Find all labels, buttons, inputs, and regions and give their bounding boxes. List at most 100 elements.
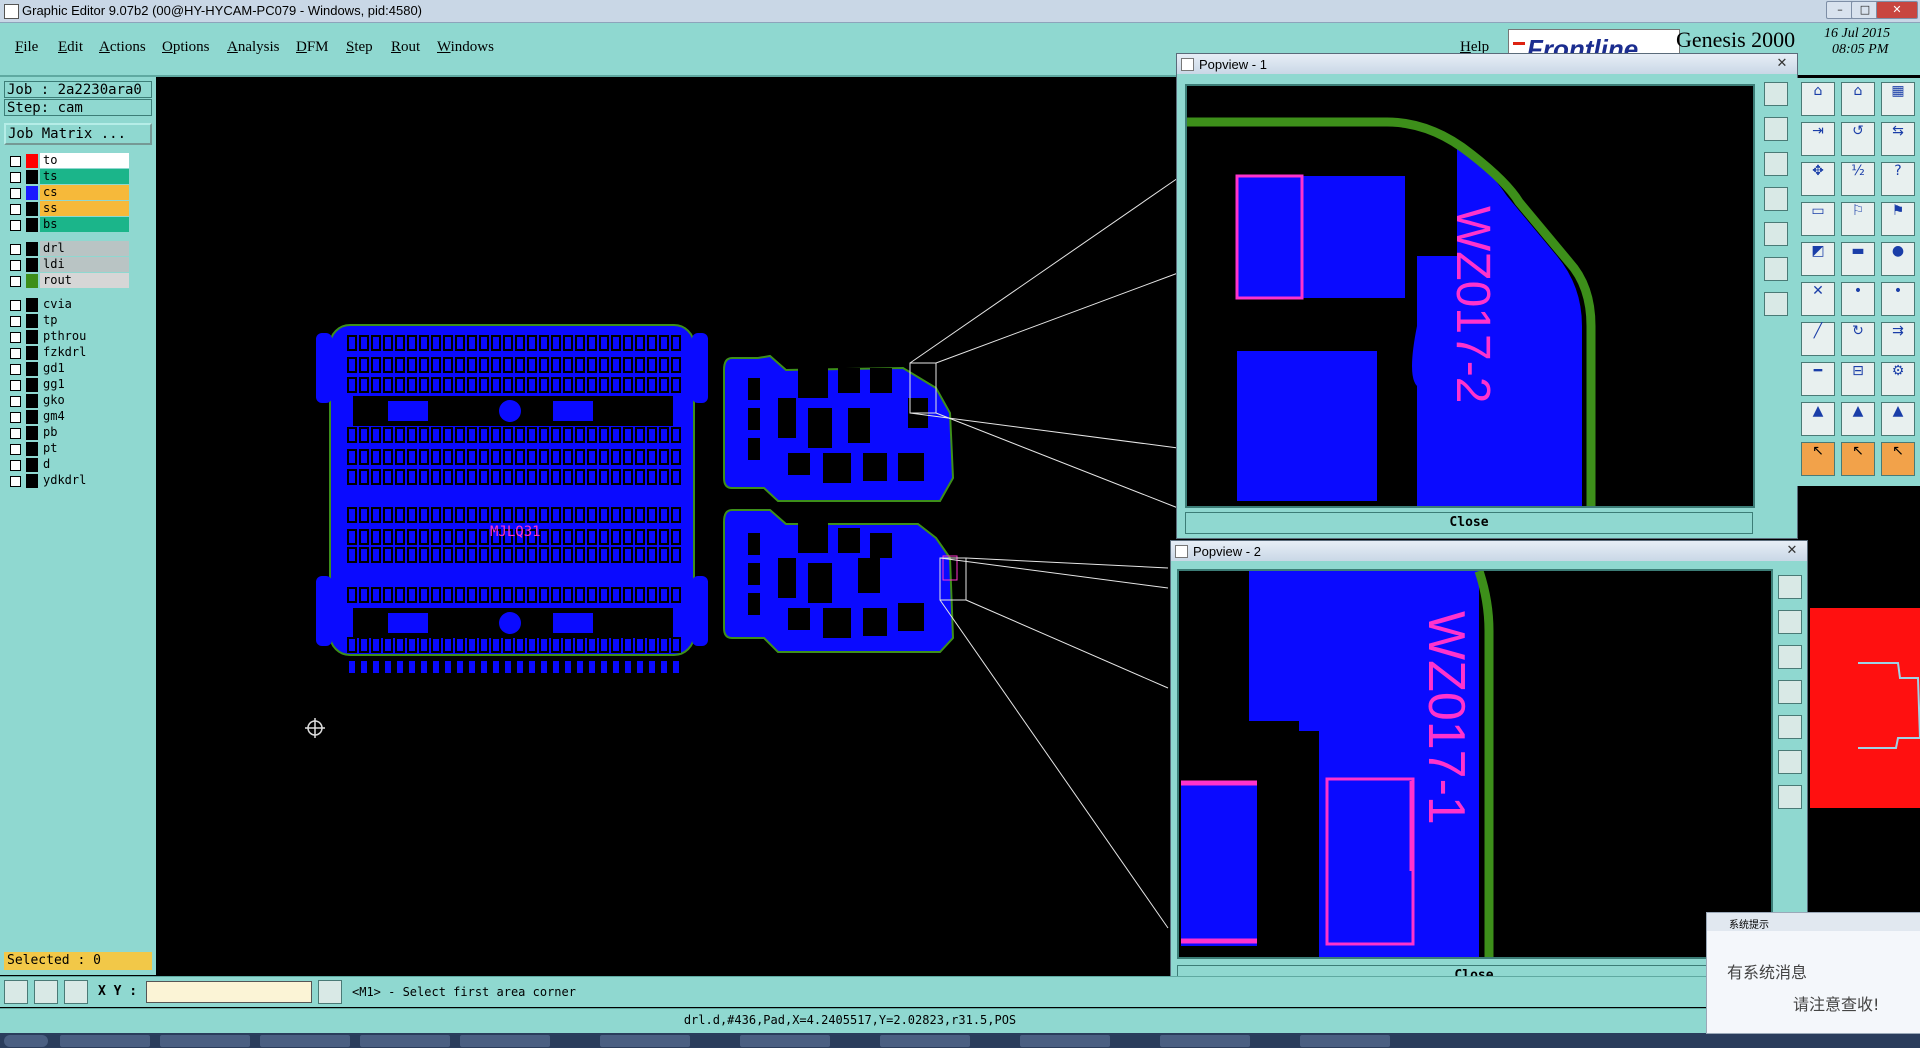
layer-checkbox[interactable] bbox=[10, 460, 21, 471]
taskbar-item[interactable] bbox=[460, 1035, 550, 1047]
layer-row-gm4[interactable]: gm4 bbox=[4, 409, 154, 425]
taskbar-item[interactable] bbox=[1020, 1035, 1110, 1047]
menu-rout[interactable]: Rout bbox=[391, 39, 420, 56]
layer-row-pt[interactable]: pt bbox=[4, 441, 154, 457]
layer-name[interactable]: ldi bbox=[40, 257, 129, 272]
snap-toggle-icon[interactable] bbox=[318, 980, 342, 1004]
select-edit-icon[interactable]: ↖ bbox=[1881, 442, 1915, 476]
add-shape-icon[interactable]: ▲ bbox=[1881, 402, 1915, 436]
menu-step[interactable]: Step bbox=[346, 39, 373, 56]
minimize-button[interactable]: – bbox=[1826, 1, 1854, 19]
half-icon[interactable]: ½ bbox=[1841, 162, 1875, 196]
move-icon[interactable]: ✥ bbox=[1801, 162, 1835, 196]
measure-icon[interactable] bbox=[34, 980, 58, 1004]
view-icon[interactable]: ⌂ bbox=[1801, 82, 1835, 116]
popview-2-view[interactable]: WZ017-1 bbox=[1177, 569, 1773, 959]
fit-all-icon[interactable] bbox=[1778, 785, 1802, 809]
layer-name[interactable]: ss bbox=[40, 201, 129, 216]
line-icon[interactable]: ╱ bbox=[1801, 322, 1835, 356]
zoom-in-icon[interactable] bbox=[1764, 117, 1788, 141]
job-matrix-button[interactable]: Job Matrix ... bbox=[4, 123, 152, 145]
layer-row-ydkdrl[interactable]: ydkdrl bbox=[4, 473, 154, 489]
rotate-icon[interactable]: ↺ bbox=[1841, 122, 1875, 156]
taskbar-item[interactable] bbox=[60, 1035, 150, 1047]
layer-checkbox[interactable] bbox=[10, 220, 21, 231]
home-view-icon[interactable] bbox=[1778, 715, 1802, 739]
layer-name[interactable]: bs bbox=[40, 217, 129, 232]
layer-row-ldi[interactable]: ldi bbox=[4, 257, 154, 273]
layer-checkbox[interactable] bbox=[10, 364, 21, 375]
layer-name[interactable]: ydkdrl bbox=[40, 473, 129, 488]
maximize-button[interactable]: □ bbox=[1851, 1, 1879, 19]
layer-name[interactable]: to bbox=[40, 153, 129, 168]
layer-row-pthrou[interactable]: pthrou bbox=[4, 329, 154, 345]
fit-all-icon[interactable] bbox=[1764, 292, 1788, 316]
add-text-icon[interactable]: ▲ bbox=[1841, 402, 1875, 436]
layer-name[interactable]: gko bbox=[40, 393, 129, 408]
layer-name[interactable]: pt bbox=[40, 441, 129, 456]
select-mode-icon[interactable] bbox=[4, 980, 28, 1004]
layer-checkbox[interactable] bbox=[10, 412, 21, 423]
menu-file[interactable]: File bbox=[15, 39, 38, 56]
popview-1-close-button[interactable]: Close bbox=[1185, 512, 1753, 534]
layer-name[interactable]: tp bbox=[40, 313, 129, 328]
layer-name[interactable]: pb bbox=[40, 425, 129, 440]
zoom-fit-icon[interactable] bbox=[1764, 82, 1788, 106]
layer-name[interactable]: gg1 bbox=[40, 377, 129, 392]
layer-checkbox[interactable] bbox=[10, 188, 21, 199]
layer-checkbox[interactable] bbox=[10, 332, 21, 343]
layer-name[interactable]: gd1 bbox=[40, 361, 129, 376]
layer-name[interactable]: d bbox=[40, 457, 129, 472]
point-icon[interactable]: • bbox=[1841, 282, 1875, 316]
start-button[interactable] bbox=[4, 1035, 48, 1047]
layer-row-ss[interactable]: ss bbox=[4, 201, 154, 217]
layer-row-gd1[interactable]: gd1 bbox=[4, 361, 154, 377]
select-arrow-icon[interactable]: ↖ bbox=[1801, 442, 1835, 476]
popview-1-close-icon[interactable]: ✕ bbox=[1773, 56, 1791, 71]
menu-options[interactable]: Options bbox=[162, 39, 210, 56]
system-message-line2[interactable]: 请注意查收! bbox=[1793, 991, 1879, 1015]
popview-2-close-icon[interactable]: ✕ bbox=[1783, 543, 1801, 558]
layer-checkbox[interactable] bbox=[10, 300, 21, 311]
zoom-out-icon[interactable] bbox=[1764, 152, 1788, 176]
layer-checkbox[interactable] bbox=[10, 156, 21, 167]
layer-name[interactable]: pthrou bbox=[40, 329, 129, 344]
layer-row-bs[interactable]: bs bbox=[4, 217, 154, 233]
layer-row-ts[interactable]: ts bbox=[4, 169, 154, 185]
home-view-icon[interactable] bbox=[1764, 222, 1788, 246]
layer-name[interactable]: drl bbox=[40, 241, 129, 256]
flag-alt-icon[interactable]: ⚑ bbox=[1881, 202, 1915, 236]
layer-checkbox[interactable] bbox=[10, 444, 21, 455]
taskbar-item[interactable] bbox=[740, 1035, 830, 1047]
layer-checkbox[interactable] bbox=[10, 244, 21, 255]
layer-name[interactable]: ts bbox=[40, 169, 129, 184]
layer-row-tp[interactable]: tp bbox=[4, 313, 154, 329]
layer-checkbox[interactable] bbox=[10, 260, 21, 271]
flag-icon[interactable]: ⚐ bbox=[1841, 202, 1875, 236]
redraw-icon[interactable] bbox=[1778, 750, 1802, 774]
layer-row-gko[interactable]: gko bbox=[4, 393, 154, 409]
layer-checkbox[interactable] bbox=[10, 276, 21, 287]
layer-name[interactable]: cs bbox=[40, 185, 129, 200]
taskbar-item[interactable] bbox=[1300, 1035, 1390, 1047]
menu-windows[interactable]: Windows bbox=[437, 39, 494, 56]
layer-row-cvia[interactable]: cvia bbox=[4, 297, 154, 313]
menu-edit[interactable]: Edit bbox=[58, 39, 83, 56]
layer-checkbox[interactable] bbox=[10, 380, 21, 391]
taskbar-item[interactable] bbox=[880, 1035, 970, 1047]
snap-icon[interactable]: ⇥ bbox=[1801, 122, 1835, 156]
taskbar-item[interactable] bbox=[160, 1035, 250, 1047]
layer-checkbox[interactable] bbox=[10, 348, 21, 359]
xy-input[interactable] bbox=[146, 981, 312, 1003]
layer-name[interactable]: gm4 bbox=[40, 409, 129, 424]
layer-row-drl[interactable]: drl bbox=[4, 241, 154, 257]
layer-name[interactable]: fzkdrl bbox=[40, 345, 129, 360]
layer-row-rout[interactable]: rout bbox=[4, 273, 154, 289]
popview-1-view[interactable]: WZ017-2 bbox=[1185, 84, 1755, 508]
redraw-icon[interactable] bbox=[1764, 257, 1788, 281]
select-pick-icon[interactable]: ↖ bbox=[1841, 442, 1875, 476]
grid-icon[interactable] bbox=[64, 980, 88, 1004]
delete-icon[interactable]: ✕ bbox=[1801, 282, 1835, 316]
menu-dfm[interactable]: DFM bbox=[296, 39, 329, 56]
ruler-icon[interactable]: ▬ bbox=[1841, 242, 1875, 276]
